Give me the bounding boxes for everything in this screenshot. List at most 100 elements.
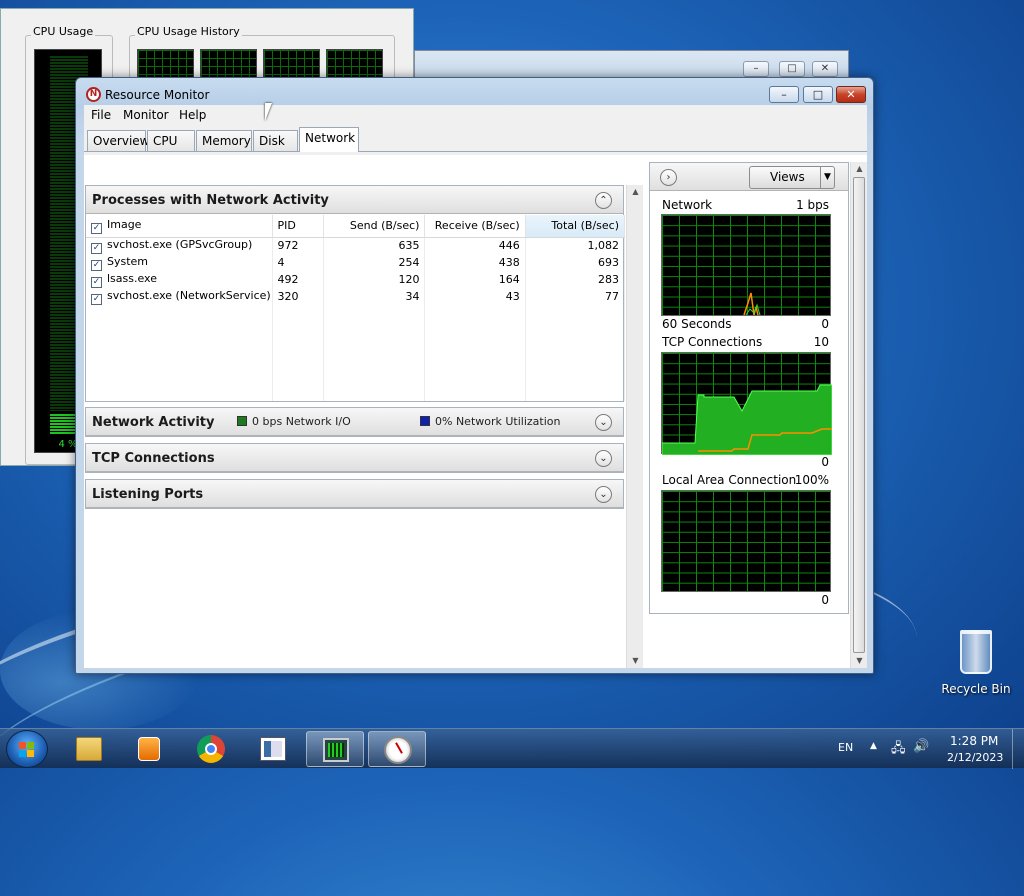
tab-bar: Overview CPU Memory Disk Network <box>84 127 867 152</box>
cell-total: 283 <box>525 271 626 288</box>
show-hidden-icons[interactable]: ▲ <box>870 741 877 751</box>
menu-bar: File Monitor Help <box>84 105 867 125</box>
network-tray-icon[interactable]: 🖧 <box>891 739 906 761</box>
windows-logo-icon <box>19 742 35 758</box>
cpu-history-label: CPU Usage History <box>135 25 242 38</box>
taskbar-chrome[interactable] <box>182 731 240 767</box>
close-button[interactable]: ✕ <box>836 86 866 103</box>
cell-image: ✓ svchost.exe (GPSvcGroup) <box>86 237 273 254</box>
gauge-icon <box>384 736 412 764</box>
graph-max: 100% <box>794 473 829 487</box>
expand-icon[interactable]: ⌄ <box>595 486 612 503</box>
column-header-pid[interactable]: PID <box>272 215 325 238</box>
graph-title: Network <box>662 198 713 212</box>
table-row[interactable]: ✓ System 4 254 438 693 <box>86 254 626 271</box>
taskbar-media-player[interactable] <box>120 731 178 767</box>
recycle-bin-icon <box>960 630 992 674</box>
graph-min: 0 <box>821 455 829 469</box>
column-header-total[interactable]: Total (B/sec) <box>525 215 626 238</box>
tab-overview[interactable]: Overview <box>87 130 150 151</box>
recycle-bin-label: Recycle Bin <box>941 682 1011 696</box>
menu-monitor[interactable]: Monitor <box>123 108 169 122</box>
taskbar-explorer[interactable] <box>60 731 118 767</box>
views-button[interactable]: Views ▼ <box>749 166 835 189</box>
clock-date[interactable]: 2/12/2023 <box>947 751 1003 764</box>
tab-disk[interactable]: Disk <box>253 130 298 151</box>
network-graph <box>661 214 831 316</box>
row-checkbox[interactable]: ✓ <box>91 259 102 271</box>
tcp-connections-header[interactable]: TCP Connections ⌄ <box>86 444 623 472</box>
graphs-header: › Views ▼ <box>650 163 848 191</box>
processes-table: ✓ Image PID Send (B/sec) Receive (B/sec) … <box>86 215 626 401</box>
scrollbar-thumb[interactable] <box>853 177 865 653</box>
close-icon[interactable]: ✕ <box>812 61 838 77</box>
language-indicator[interactable]: EN <box>838 741 853 754</box>
column-header-image[interactable]: ✓ Image <box>86 215 273 238</box>
row-checkbox[interactable]: ✓ <box>91 293 102 305</box>
tab-cpu[interactable]: CPU <box>147 130 195 151</box>
collapse-icon[interactable]: ⌃ <box>595 192 612 209</box>
minimize-button[interactable]: – <box>769 86 799 103</box>
right-scrollbar[interactable]: ▲ ▼ <box>850 162 867 668</box>
graph-min: 0 <box>821 317 829 331</box>
window-client: File Monitor Help Overview CPU Memory Di… <box>84 105 867 668</box>
expand-icon[interactable]: ⌄ <box>595 414 612 431</box>
graphs-pane: › Views ▼ Network 1 bps 60 Seconds 0 TCP … <box>649 162 849 614</box>
network-io-swatch <box>237 416 247 426</box>
cell-receive: 164 <box>424 271 526 288</box>
graph-min: 0 <box>821 593 829 607</box>
taskbar-resource-monitor[interactable] <box>368 731 426 767</box>
column-header-receive[interactable]: Receive (B/sec) <box>424 215 526 238</box>
scroll-up-icon[interactable]: ▲ <box>851 162 868 176</box>
cell-pid: 4 <box>272 254 325 271</box>
menu-file[interactable]: File <box>91 108 111 122</box>
row-checkbox[interactable]: ✓ <box>91 242 102 254</box>
cell-pid: 972 <box>272 237 325 254</box>
checkbox-all[interactable]: ✓ <box>91 222 102 234</box>
left-scrollbar[interactable]: ▲ ▼ <box>626 185 643 668</box>
tab-network[interactable]: Network <box>299 127 359 152</box>
cpu-usage-label: CPU Usage <box>31 25 96 38</box>
collapse-pane-icon[interactable]: › <box>660 169 677 186</box>
cell-image: ✓ lsass.exe <box>86 271 273 288</box>
resource-monitor-window[interactable]: N Resource Monitor – □ ✕ File Monitor He… <box>75 77 874 674</box>
maximize-button[interactable]: □ <box>803 86 833 103</box>
network-activity-header[interactable]: Network Activity 0 bps Network I/O 0% Ne… <box>86 408 623 436</box>
maximize-icon[interactable]: □ <box>779 61 805 77</box>
network-io-legend: 0 bps Network I/O <box>237 415 351 428</box>
table-row[interactable]: ✓ svchost.exe (GPSvcGroup) 972 635 446 1,… <box>86 237 626 254</box>
scroll-down-icon[interactable]: ▼ <box>851 654 868 668</box>
scroll-down-icon[interactable]: ▼ <box>627 654 644 668</box>
listening-ports-header[interactable]: Listening Ports ⌄ <box>86 480 623 508</box>
cell-receive: 446 <box>424 237 526 254</box>
cell-send: 254 <box>323 254 426 271</box>
minimize-icon[interactable]: – <box>743 61 769 77</box>
column-header-send[interactable]: Send (B/sec) <box>323 215 426 238</box>
show-desktop-button[interactable] <box>1012 729 1024 769</box>
taskbar-app[interactable] <box>244 731 302 767</box>
clock-time[interactable]: 1:28 PM <box>950 734 998 748</box>
expand-icon[interactable]: ⌄ <box>595 450 612 467</box>
mouse-cursor-icon <box>265 103 279 121</box>
taskbar: EN ▲ 🖧 🔊 1:28 PM 2/12/2023 <box>0 728 1024 769</box>
start-button[interactable] <box>6 730 48 768</box>
table-row[interactable]: ✓ lsass.exe 492 120 164 283 <box>86 271 626 288</box>
local-area-connection-graph <box>661 490 831 592</box>
network-activity-section: Network Activity 0 bps Network I/O 0% Ne… <box>85 407 624 437</box>
cell-image: ✓ svchost.exe (NetworkService) <box>86 288 273 305</box>
tab-memory[interactable]: Memory <box>196 130 252 151</box>
graph-title: Local Area Connection <box>662 473 797 487</box>
volume-icon[interactable]: 🔊 <box>913 739 929 754</box>
scroll-up-icon[interactable]: ▲ <box>627 185 644 199</box>
processes-header[interactable]: Processes with Network Activity ⌃ <box>86 186 623 214</box>
recycle-bin-shortcut[interactable]: Recycle Bin <box>941 630 1011 696</box>
menu-help[interactable]: Help <box>179 108 206 122</box>
network-utilization-swatch <box>420 416 430 426</box>
window-title: Resource Monitor <box>105 88 210 102</box>
processes-section: Processes with Network Activity ⌃ ✓ Image… <box>85 185 626 402</box>
network-utilization-legend: 0% Network Utilization <box>420 415 561 428</box>
row-checkbox[interactable]: ✓ <box>91 276 102 288</box>
taskbar-task-manager[interactable] <box>306 731 364 767</box>
graph-footer: 60 Seconds <box>662 317 732 331</box>
table-row[interactable]: ✓ svchost.exe (NetworkService) 320 34 43 … <box>86 288 626 305</box>
